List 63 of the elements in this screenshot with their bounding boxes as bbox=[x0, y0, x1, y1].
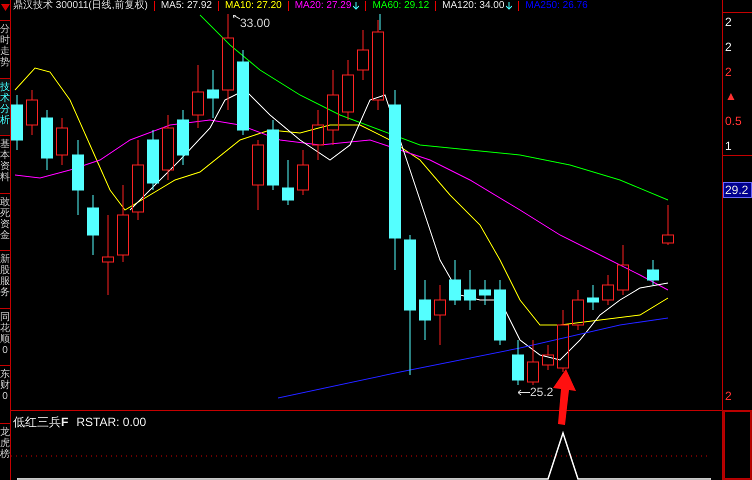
candlestick bbox=[542, 344, 554, 370]
axis-value: 2 bbox=[725, 66, 733, 78]
axis-value: 2 bbox=[725, 16, 733, 28]
candlestick bbox=[267, 120, 279, 190]
candlestick bbox=[162, 114, 174, 180]
indicator-reading: RSTAR: 0.00 bbox=[76, 414, 146, 431]
moving-average-value: MA5: 27.92 bbox=[160, 1, 212, 11]
moving-average-value: MA20: 27.29 bbox=[294, 1, 352, 11]
indicator-name: 低红三兵F bbox=[13, 414, 68, 431]
candlestick bbox=[419, 280, 431, 340]
sidebar-tab[interactable]: 敢死资金 bbox=[0, 192, 10, 250]
low-price-label: 25.2 bbox=[530, 386, 554, 398]
axis-value: 2 bbox=[724, 390, 733, 402]
sidebar-tab[interactable]: 同花顺0 bbox=[0, 308, 10, 365]
sidebar-tab[interactable]: 基本资料 bbox=[0, 135, 10, 192]
sidebar-tab[interactable]: 新股服务 bbox=[0, 250, 10, 308]
moving-average-value: MA120: 34.00 bbox=[442, 1, 504, 11]
candlestick bbox=[572, 290, 584, 330]
candlestick bbox=[282, 160, 294, 206]
stock-title: 鼎汉技术 300011(日线,前复权) bbox=[13, 1, 148, 11]
candlestick bbox=[297, 150, 309, 196]
candlestick bbox=[357, 30, 369, 80]
dropdown-caret-icon[interactable] bbox=[0, 4, 10, 11]
candlestick bbox=[192, 64, 204, 128]
pointer-arrow-icon bbox=[518, 388, 530, 396]
moving-average-value: MA60: 29.12 bbox=[372, 1, 430, 11]
candlestick bbox=[464, 270, 476, 310]
candlestick bbox=[41, 110, 53, 170]
candlestick bbox=[647, 260, 659, 286]
moving-average-value: MA10: 27.20 bbox=[225, 1, 282, 11]
candlestick bbox=[587, 284, 599, 310]
candlestick bbox=[662, 204, 674, 246]
candlestick bbox=[602, 274, 614, 306]
candlestick bbox=[87, 194, 99, 256]
candlestick bbox=[56, 118, 68, 166]
candlestick bbox=[527, 340, 539, 386]
high-price-label: 33.00 bbox=[240, 17, 270, 29]
axis-value: 0.5 bbox=[725, 115, 743, 128]
sidebar-tab[interactable]: 龙虎榜 bbox=[0, 422, 10, 480]
candlestick bbox=[177, 110, 189, 166]
candlestick bbox=[494, 280, 506, 346]
current-price-tag: 29.2 bbox=[723, 182, 752, 198]
candlestick bbox=[617, 244, 629, 296]
upward-arrow-icon bbox=[552, 369, 576, 425]
axis-value: 1 bbox=[725, 140, 733, 152]
candlestick bbox=[312, 110, 324, 160]
candlestick bbox=[207, 70, 219, 118]
pointer-arrow-icon bbox=[233, 15, 240, 22]
axis-value: 2 bbox=[725, 40, 733, 53]
candlestick bbox=[434, 284, 446, 346]
candlestick bbox=[252, 140, 264, 210]
candlestick bbox=[147, 130, 159, 190]
candlestick bbox=[449, 260, 461, 306]
candlestick bbox=[512, 340, 524, 386]
candlestick bbox=[479, 280, 491, 306]
candlestick bbox=[11, 94, 23, 150]
candlestick bbox=[342, 60, 354, 120]
sidebar-tab[interactable]: 技术分析 bbox=[0, 78, 10, 135]
moving-average-value: MA250: 26.76 bbox=[525, 1, 588, 11]
candlestick bbox=[26, 90, 38, 136]
sidebar-tab[interactable]: 东财0 bbox=[0, 365, 10, 422]
axis-value: ▲ bbox=[725, 90, 738, 102]
candlestick bbox=[557, 310, 569, 372]
